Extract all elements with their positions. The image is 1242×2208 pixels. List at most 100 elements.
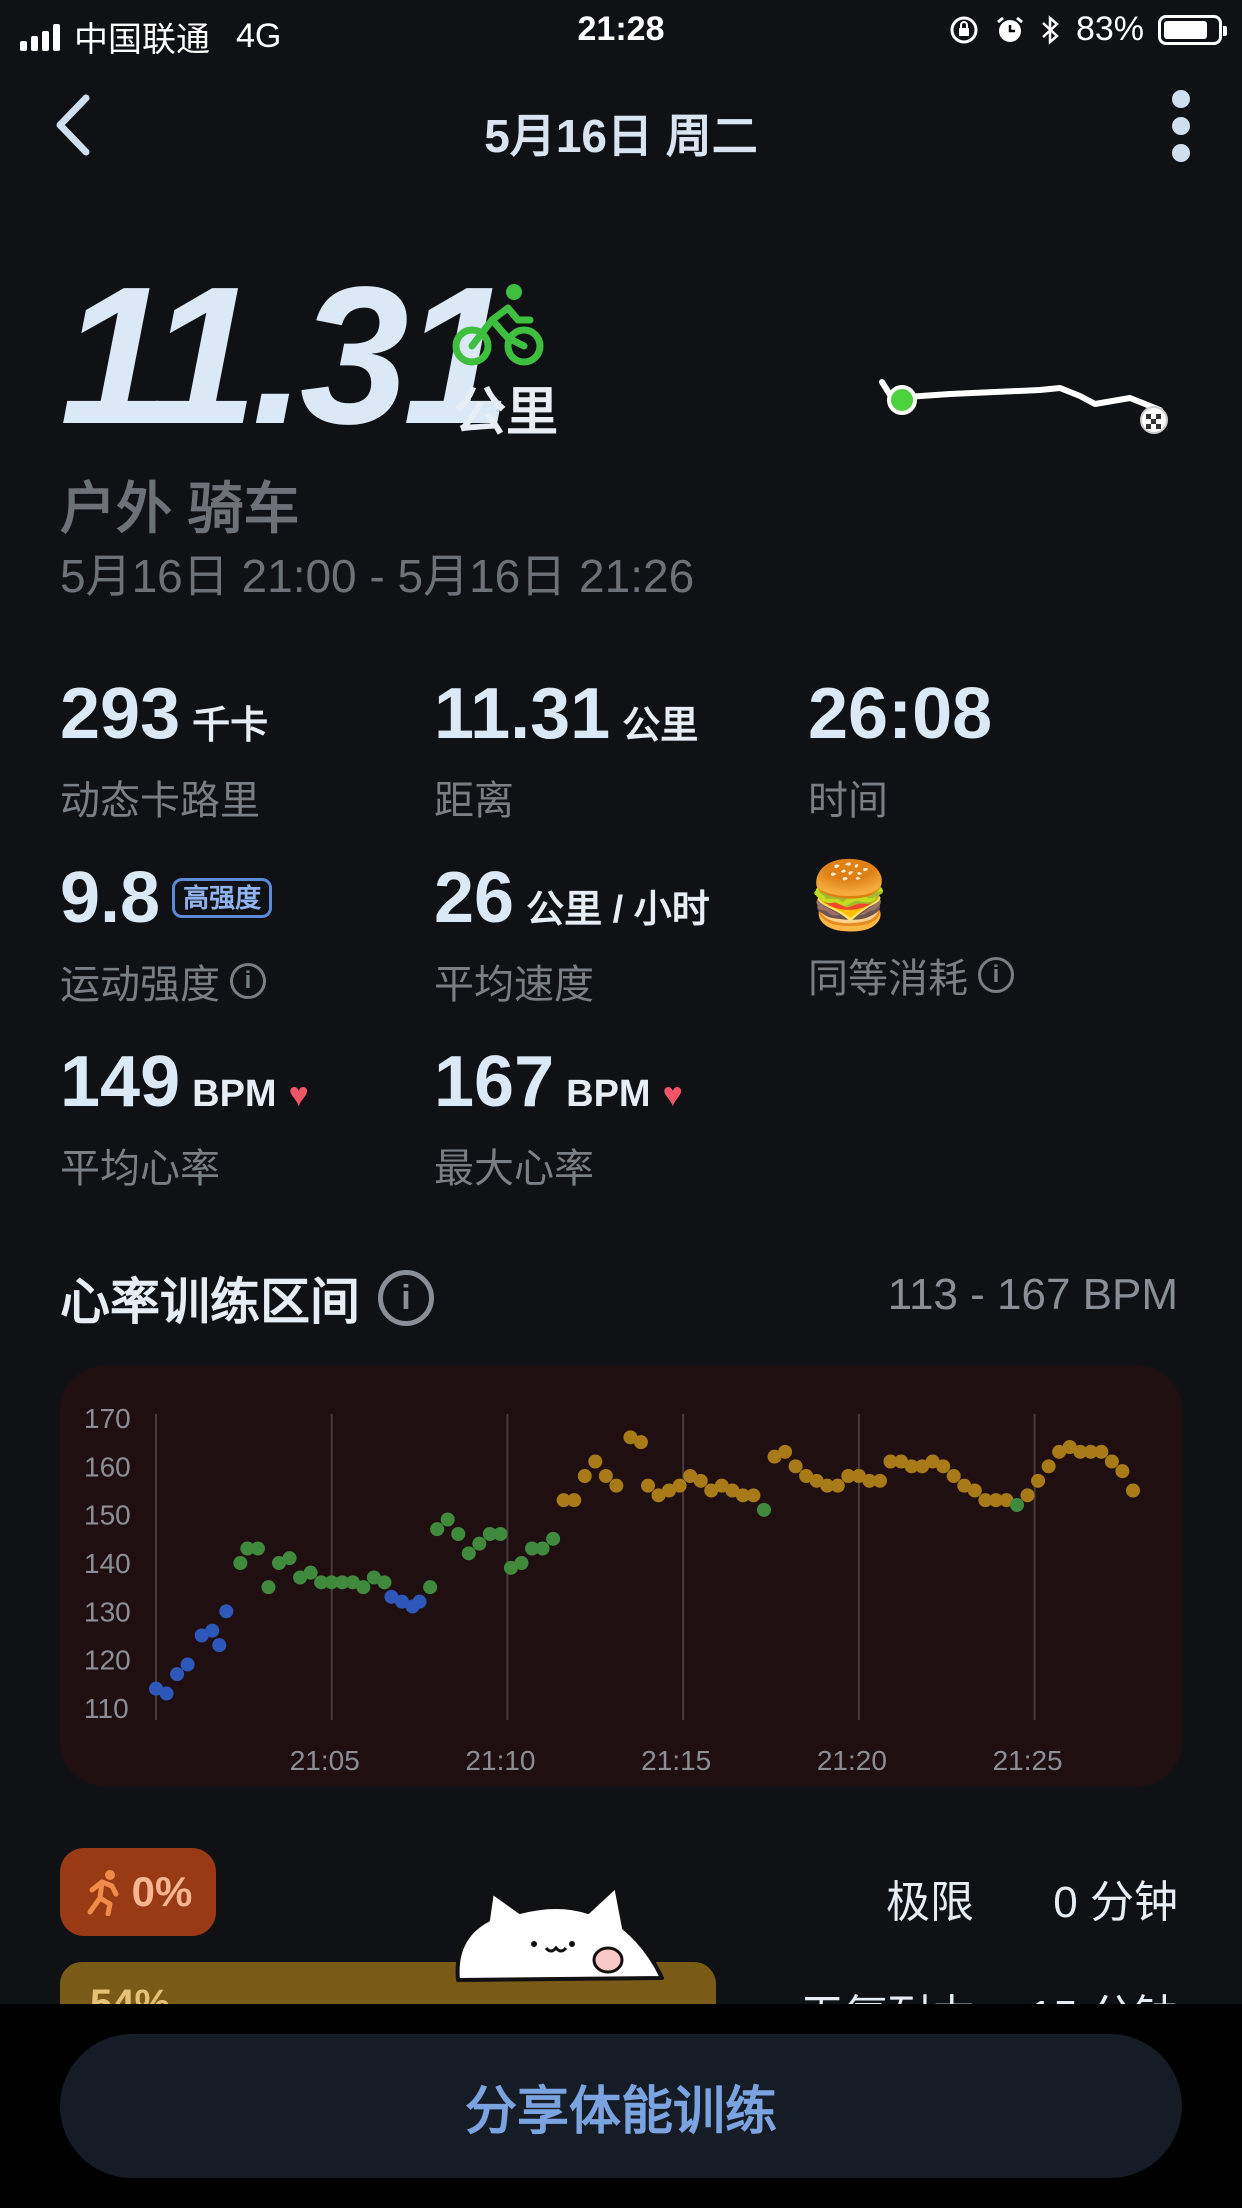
battery-percent: 83% <box>1075 10 1144 48</box>
avg-hr-unit: BPM <box>192 1073 277 1115</box>
duration-value: 26:08 <box>808 674 993 754</box>
hr-data-point <box>430 1522 445 1537</box>
y-tick-label: 140 <box>84 1548 131 1579</box>
hr-data-point <box>180 1657 195 1672</box>
hr-data-point <box>1010 1498 1024 1512</box>
sport-time-range: 5月16日 21:00 - 5月16日 21:26 <box>60 550 695 602</box>
hr-data-point <box>170 1667 185 1682</box>
hr-data-point <box>159 1686 174 1701</box>
sport-name: 户外 骑车 <box>60 477 300 540</box>
hr-data-point <box>451 1527 466 1541</box>
route-map-thumbnail[interactable] <box>870 360 1190 450</box>
stat-max-hr: 167 BPM ♥ 最大心率 <box>434 1046 683 1194</box>
hr-data-point <box>212 1638 227 1653</box>
hr-data-point <box>233 1556 248 1570</box>
stat-duration: 26:08 时间 <box>808 678 992 826</box>
status-right: 83% <box>948 10 1227 49</box>
hr-data-point <box>219 1604 234 1619</box>
zone-row1-value: 0 分钟 <box>1053 1878 1178 1927</box>
hr-data-point <box>493 1527 508 1541</box>
info-icon[interactable]: i <box>978 957 1014 993</box>
hr-data-point <box>1031 1473 1046 1488</box>
hr-data-point <box>1115 1464 1130 1479</box>
hr-zone-title: 心率训练区间 <box>60 1274 360 1330</box>
hr-data-point <box>756 1502 771 1517</box>
zone-extreme-chip[interactable]: 0% <box>60 1848 216 1936</box>
duration-label: 时间 <box>808 779 888 823</box>
stat-intensity: 9.8 高强度 运动强度 i <box>60 862 273 1010</box>
speed-label: 平均速度 <box>434 963 594 1007</box>
hero-unit: 公里 <box>454 384 559 442</box>
cat-sticker-icon <box>455 1884 664 1982</box>
hr-data-point <box>1104 1454 1119 1469</box>
x-tick-label: 21:15 <box>641 1745 711 1776</box>
speed-unit: 公里 / 小时 <box>526 889 710 931</box>
x-tick-label: 21:20 <box>817 1745 887 1776</box>
more-options-button[interactable] <box>1166 90 1196 162</box>
y-tick-label: 130 <box>84 1596 131 1627</box>
hr-data-point <box>535 1541 550 1556</box>
hr-data-point <box>412 1594 427 1609</box>
hr-data-point <box>588 1454 603 1469</box>
hr-data-point <box>567 1493 582 1508</box>
intensity-badge: 高强度 <box>172 878 273 918</box>
hr-data-point <box>672 1478 687 1493</box>
stat-speed: 26 公里 / 小时 平均速度 <box>434 862 710 1010</box>
avg-hr-value: 149 <box>60 1042 181 1122</box>
y-tick-label: 170 <box>84 1403 131 1434</box>
orientation-lock-icon <box>950 16 978 43</box>
hr-zone-range: 113 - 167 BPM <box>887 1270 1178 1319</box>
stat-distance: 11.31 公里 距离 <box>434 678 698 826</box>
x-tick-label: 21:25 <box>993 1745 1063 1776</box>
speed-value: 26 <box>434 858 515 938</box>
distance-label: 距离 <box>434 779 514 823</box>
hr-data-point <box>205 1623 220 1638</box>
hr-data-point <box>641 1478 655 1493</box>
zone-extreme-percent: 0% <box>131 1868 193 1915</box>
nav-title: 5月16日 周二 <box>484 110 758 162</box>
x-tick-label: 21:05 <box>290 1745 360 1776</box>
hr-data-point <box>872 1473 887 1488</box>
calories-value: 293 <box>60 674 181 754</box>
equivalent-label: 同等消耗 <box>808 957 968 1001</box>
distance-value: 11.31 <box>434 674 611 754</box>
calories-label: 动态卡路里 <box>60 779 260 823</box>
hr-data-point <box>1020 1488 1035 1503</box>
hr-data-point <box>746 1488 761 1503</box>
status-bar: 中国联通 4G 21:28 83% <box>0 0 1242 62</box>
max-hr-label: 最大心率 <box>434 1147 594 1191</box>
hr-data-point <box>936 1459 951 1474</box>
hero-distance: 11.31 <box>60 246 512 465</box>
heart-rate-chart-svg: 170 160 150 140 130 120 110 21:05 21:10 21:15 21:2… <box>84 1403 1140 1776</box>
heart-icon: ♥ <box>288 1076 309 1114</box>
y-tick-label: 160 <box>84 1451 131 1482</box>
hr-data-point <box>377 1575 392 1590</box>
hr-data-point <box>250 1541 265 1556</box>
hr-data-point <box>830 1478 845 1493</box>
y-tick-label: 120 <box>84 1645 131 1676</box>
hr-data-point <box>546 1531 561 1546</box>
hr-data-point <box>461 1546 476 1561</box>
hr-data-point <box>514 1556 529 1570</box>
battery-icon <box>1158 14 1227 45</box>
hr-data-point <box>356 1580 371 1595</box>
stat-equivalent: 🍔 同等消耗 i <box>808 862 1014 1004</box>
avg-hr-label: 平均心率 <box>60 1147 220 1191</box>
hr-data-point <box>946 1469 961 1483</box>
hr-data-point <box>303 1565 318 1580</box>
y-tick-label: 110 <box>84 1693 129 1724</box>
hr-data-point <box>423 1580 438 1595</box>
info-icon[interactable]: i <box>378 1270 434 1326</box>
info-icon[interactable]: i <box>230 963 266 999</box>
share-workout-button[interactable]: 分享体能训练 <box>60 2034 1182 2178</box>
hr-data-point <box>282 1551 297 1566</box>
battery-fill <box>1164 20 1208 39</box>
x-tick-label: 21:10 <box>465 1745 535 1776</box>
burger-icon: 🍔 <box>808 858 891 932</box>
hr-data-point <box>633 1435 648 1450</box>
stat-calories: 293 千卡 动态卡路里 <box>60 678 268 826</box>
hr-data-point <box>1041 1459 1056 1474</box>
y-tick-label: 150 <box>84 1500 131 1531</box>
hr-data-point <box>1094 1444 1109 1459</box>
heart-rate-chart: 170 160 150 140 130 120 110 21:05 21:10 21:15 21:2… <box>60 1366 1182 1786</box>
